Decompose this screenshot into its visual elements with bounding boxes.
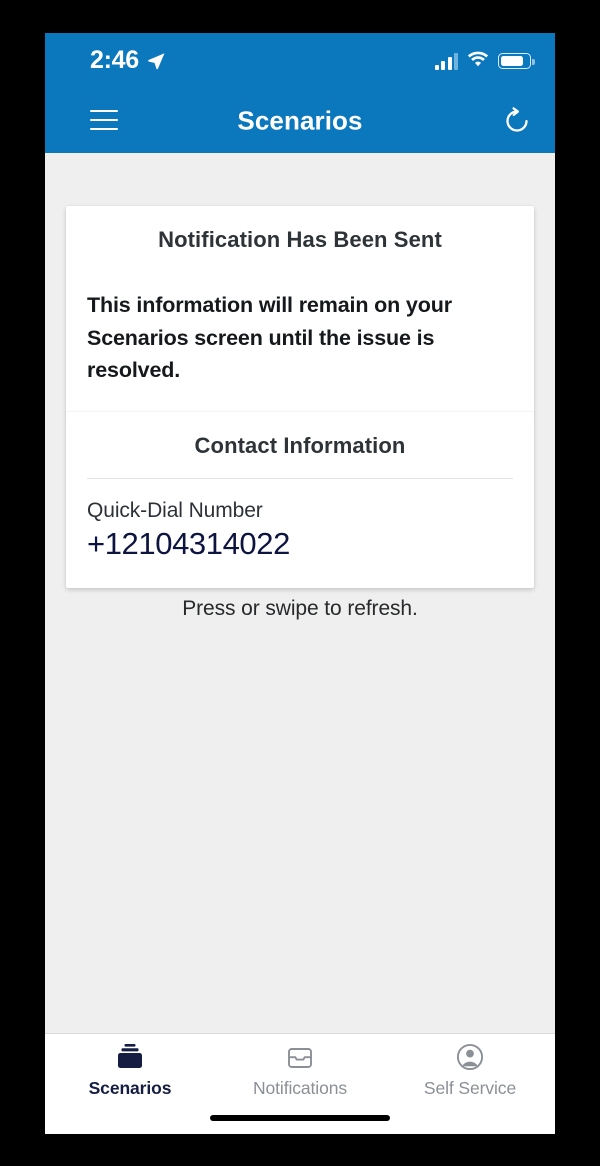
status-bar: 2:46 xyxy=(45,33,555,88)
wifi-icon xyxy=(467,50,489,72)
app-header-bar: Scenarios xyxy=(45,88,555,153)
cellular-signal-icon xyxy=(434,52,458,70)
scenarios-content-area: Notification Has Been Sent This informat… xyxy=(45,153,555,1033)
status-bar-indicators xyxy=(434,50,535,72)
bottom-tab-bar: Scenarios Notifications Self Service xyxy=(45,1033,555,1134)
tab-list: Scenarios Notifications Self Service xyxy=(45,1034,555,1112)
inbox-tray-icon xyxy=(285,1041,315,1073)
stacked-boxes-icon xyxy=(115,1041,145,1073)
phone-device-frame: 2:46 Scenarios Notification Has Been Sen… xyxy=(45,33,555,1134)
tab-self-service[interactable]: Self Service xyxy=(385,1034,555,1112)
tab-notifications-label: Notifications xyxy=(252,1078,348,1098)
refresh-icon[interactable] xyxy=(501,105,533,137)
refresh-hint-text: Press or swipe to refresh. xyxy=(182,597,418,620)
card-divider xyxy=(87,478,513,479)
quick-dial-label: Quick-Dial Number xyxy=(87,499,263,522)
contact-card-title: Contact Information xyxy=(194,433,406,458)
contact-card-body: Quick-Dial Number +12104314022 xyxy=(66,499,534,562)
tab-notifications[interactable]: Notifications xyxy=(215,1034,385,1112)
tab-self-service-label: Self Service xyxy=(423,1078,517,1098)
tab-scenarios[interactable]: Scenarios xyxy=(45,1034,215,1112)
notification-status-card: Notification Has Been Sent This informat… xyxy=(66,206,534,415)
battery-icon xyxy=(498,53,535,69)
quick-dial-number-link[interactable]: +12104314022 xyxy=(87,526,513,562)
home-indicator[interactable] xyxy=(210,1115,390,1121)
page-title: Scenarios xyxy=(237,105,363,135)
account-circle-icon xyxy=(455,1041,485,1073)
notification-card-body: This information will remain on your Sce… xyxy=(87,293,452,383)
location-arrow-icon xyxy=(146,51,166,76)
contact-information-card: Contact Information Quick-Dial Number +1… xyxy=(66,412,534,588)
status-bar-time: 2:46 xyxy=(90,46,139,74)
tab-scenarios-label: Scenarios xyxy=(88,1078,172,1098)
notification-card-title: Notification Has Been Sent xyxy=(158,227,442,252)
